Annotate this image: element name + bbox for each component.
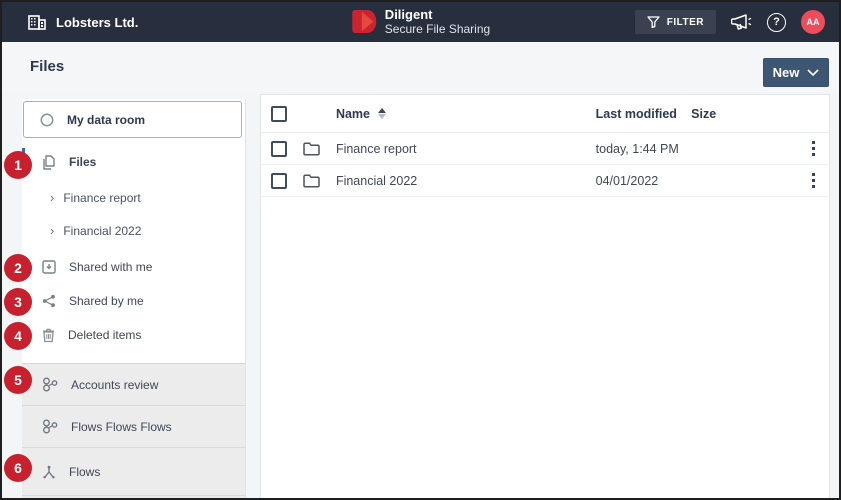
sidebar-item-deleted-items[interactable]: Deleted items xyxy=(22,318,245,352)
sidebar-item-flows-flows-flows[interactable]: Flows Flows Flows xyxy=(22,406,245,448)
annotation-badge-1: 1 xyxy=(4,151,32,179)
trash-icon xyxy=(42,328,55,343)
row-checkbox[interactable] xyxy=(271,141,287,157)
page-header: Files New xyxy=(2,42,839,92)
annotation-badge-6: 6 xyxy=(4,454,32,482)
app-window: Lobsters Ltd. Diligent Secure File Shari… xyxy=(0,0,841,500)
filter-button-label: FILTER xyxy=(667,17,704,28)
sidebar-item-label: Financial 2022 xyxy=(63,224,141,238)
folder-icon xyxy=(303,174,320,188)
file-name[interactable]: Financial 2022 xyxy=(336,174,417,188)
building-icon xyxy=(28,15,46,30)
sidebar-item-label: Files xyxy=(69,155,96,169)
page-title: Files xyxy=(30,58,64,75)
avatar[interactable]: AA xyxy=(801,10,825,34)
sidebar-item-label: Finance report xyxy=(63,191,140,205)
company-area: Lobsters Ltd. xyxy=(28,15,138,30)
file-table: Name Last modified Size Finance report xyxy=(260,94,830,498)
table-header-row: Name Last modified Size xyxy=(261,95,829,133)
funnel-icon xyxy=(647,16,660,28)
sidebar-item-label: Shared with me xyxy=(69,260,152,274)
data-room-icon xyxy=(40,113,54,127)
annotation-badge-5: 5 xyxy=(4,366,32,394)
select-all-checkbox[interactable] xyxy=(271,106,287,122)
table-row[interactable]: Finance report today, 1:44 PM xyxy=(261,133,829,165)
sidebar-item-label: Flows xyxy=(69,465,100,479)
sidebar-item-label: Deleted items xyxy=(68,328,141,342)
chevron-right-icon: › xyxy=(50,191,54,204)
brand-text: Diligent Secure File Sharing xyxy=(385,8,490,35)
announcements-icon[interactable] xyxy=(731,14,752,31)
row-menu-kebab-icon[interactable] xyxy=(809,170,819,192)
sidebar-item-shared-by-me[interactable]: Shared by me xyxy=(22,284,245,318)
sidebar-item-label: Accounts review xyxy=(71,378,158,392)
column-header-last-modified: Last modified xyxy=(596,107,677,121)
brand-title: Diligent xyxy=(385,8,490,22)
row-menu-kebab-icon[interactable] xyxy=(809,138,819,160)
brand-subtitle: Secure File Sharing xyxy=(385,23,490,36)
sidebar-item-financial-2022[interactable]: › Financial 2022 xyxy=(22,214,245,247)
shared-by-me-icon xyxy=(42,294,56,308)
brand-logo: Diligent Secure File Sharing xyxy=(351,8,490,35)
column-header-name: Name xyxy=(336,107,370,121)
sidebar-item-shared-with-me[interactable]: Shared with me xyxy=(22,250,245,284)
sidebar: My data room Files › Finance report › Fi… xyxy=(22,99,246,498)
new-button[interactable]: New xyxy=(763,58,829,87)
company-name: Lobsters Ltd. xyxy=(56,15,138,30)
column-header-size: Size xyxy=(691,107,716,121)
flow-split-icon xyxy=(42,465,56,479)
sidebar-item-files[interactable]: Files xyxy=(22,143,245,181)
table-row[interactable]: Financial 2022 04/01/2022 xyxy=(261,165,829,197)
flow-nodes-icon xyxy=(42,377,58,392)
topbar-actions: FILTER ? AA xyxy=(635,10,825,34)
filter-button[interactable]: FILTER xyxy=(635,10,716,34)
sort-toggle[interactable] xyxy=(378,108,386,119)
top-navbar: Lobsters Ltd. Diligent Secure File Shari… xyxy=(2,2,839,42)
sidebar-flows-section: Accounts review Flows Flows Flows xyxy=(22,363,245,498)
last-modified-value: today, 1:44 PM xyxy=(596,142,679,156)
diligent-logo-icon xyxy=(351,9,376,34)
sidebar-item-label: My data room xyxy=(67,113,145,127)
last-modified-value: 04/01/2022 xyxy=(596,174,659,188)
chevron-down-icon xyxy=(807,69,819,76)
annotation-badge-4: 4 xyxy=(4,322,32,350)
file-name[interactable]: Finance report xyxy=(336,142,417,156)
shared-with-me-icon xyxy=(42,260,56,274)
annotation-badge-2: 2 xyxy=(4,254,32,282)
sidebar-item-accounts-review[interactable]: Accounts review xyxy=(22,364,245,406)
new-button-label: New xyxy=(773,65,800,80)
sidebar-item-flows[interactable]: Flows xyxy=(22,448,245,496)
files-icon xyxy=(42,155,56,170)
sidebar-item-my-data-room[interactable]: My data room xyxy=(23,101,242,138)
row-checkbox[interactable] xyxy=(271,173,287,189)
sidebar-item-label: Shared by me xyxy=(69,294,144,308)
folder-icon xyxy=(303,142,320,156)
help-icon[interactable]: ? xyxy=(767,13,786,32)
flow-nodes-icon xyxy=(42,419,58,434)
sidebar-item-label: Flows Flows Flows xyxy=(71,420,172,434)
sidebar-item-finance-report[interactable]: › Finance report xyxy=(22,181,245,214)
chevron-right-icon: › xyxy=(50,224,54,237)
annotation-badge-3: 3 xyxy=(4,288,32,316)
